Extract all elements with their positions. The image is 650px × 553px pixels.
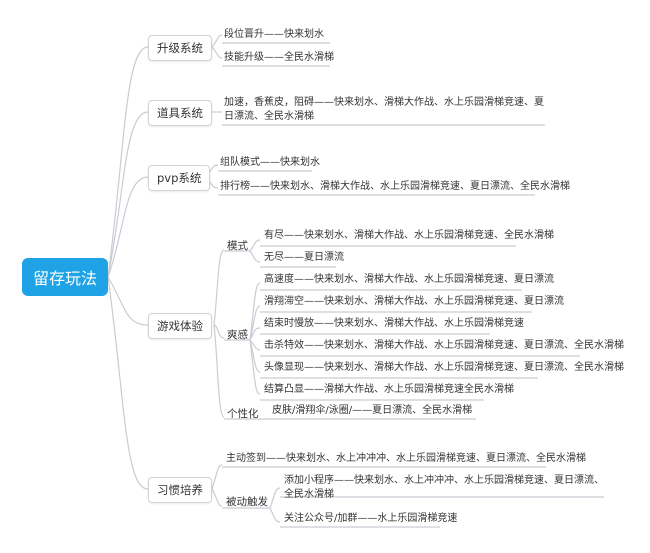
- leaf-gliding[interactable]: 滑翔滞空——快来划水、滑梯大作战、水上乐园滑梯竞速、夏日漂流: [264, 295, 564, 312]
- root-node[interactable]: 留存玩法: [22, 258, 108, 296]
- leaf-props[interactable]: 加速，香蕉皮，阻碍——快来划水、滑梯大作战、水上乐园滑梯竞速、夏日漂流、全民水滑…: [224, 96, 544, 127]
- leaf-high-speed[interactable]: 高速度——快来划水、滑梯大作战、水上乐园滑梯竞速、夏日漂流: [264, 273, 554, 290]
- leaf-follow-official-account[interactable]: 关注公众号/加群——水上乐园滑梯竞速: [284, 512, 457, 529]
- group-personalization[interactable]: 个性化: [227, 406, 259, 421]
- branch-game-experience[interactable]: 游戏体验: [148, 313, 212, 339]
- group-active-checkin[interactable]: 主动签到——快来划水、水上冲冲冲、水上乐园滑梯竞速、夏日漂流、全民水滑梯: [226, 452, 586, 469]
- group-thrill[interactable]: 爽感: [227, 327, 248, 342]
- branch-upgrade-system[interactable]: 升级系统: [148, 35, 212, 61]
- branch-item-system[interactable]: 道具系统: [148, 100, 212, 126]
- branch-habit-building[interactable]: 习惯培养: [148, 477, 212, 503]
- leaf-rank-promotion[interactable]: 段位晋升——快来划水: [224, 28, 324, 45]
- group-mode[interactable]: 模式: [227, 238, 248, 253]
- leaf-settlement-highlight[interactable]: 结算凸显——滑梯大作战、水上乐园滑梯竞速全民水滑梯: [264, 383, 514, 400]
- leaf-skill-upgrade[interactable]: 技能升级——全民水滑梯: [224, 51, 334, 68]
- leaf-leaderboard[interactable]: 排行榜——快来划水、滑梯大作战、水上乐园滑梯竞速、夏日漂流、全民水滑梯: [220, 180, 570, 197]
- leaf-add-mini-program[interactable]: 添加小程序——快来划水、水上冲冲冲、水上乐园滑梯竞速、夏日漂流、全民水滑梯: [284, 474, 606, 505]
- leaf-team-mode[interactable]: 组队模式——快来划水: [220, 156, 320, 173]
- leaf-finite-mode[interactable]: 有尽——快来划水、滑梯大作战、水上乐园滑梯竞速、全民水滑梯: [264, 229, 554, 246]
- link-root-items: [107, 111, 149, 278]
- leaf-skins[interactable]: 皮肤/滑翔伞/泳圈/——夏日漂流、全民水滑梯: [272, 404, 472, 421]
- group-passive-trigger[interactable]: 被动触发: [226, 494, 268, 509]
- branch-pvp-system[interactable]: pvp系统: [148, 165, 211, 191]
- leaf-endless-mode[interactable]: 无尽——夏日漂流: [264, 251, 344, 268]
- leaf-kill-effect[interactable]: 击杀特效——快来划水、滑梯大作战、水上乐园滑梯竞速、夏日漂流、全民水滑梯: [264, 339, 624, 356]
- link-root-habit: [107, 276, 149, 490]
- leaf-slow-motion-end[interactable]: 结束时慢放——快来划水、滑梯大作战、水上乐园滑梯竞速: [264, 317, 524, 334]
- link-root-experience: [107, 276, 149, 326]
- leaf-avatar-display[interactable]: 头像显现——快来划水、滑梯大作战、水上乐园滑梯竞速、夏日漂流、全民水滑梯: [264, 361, 624, 378]
